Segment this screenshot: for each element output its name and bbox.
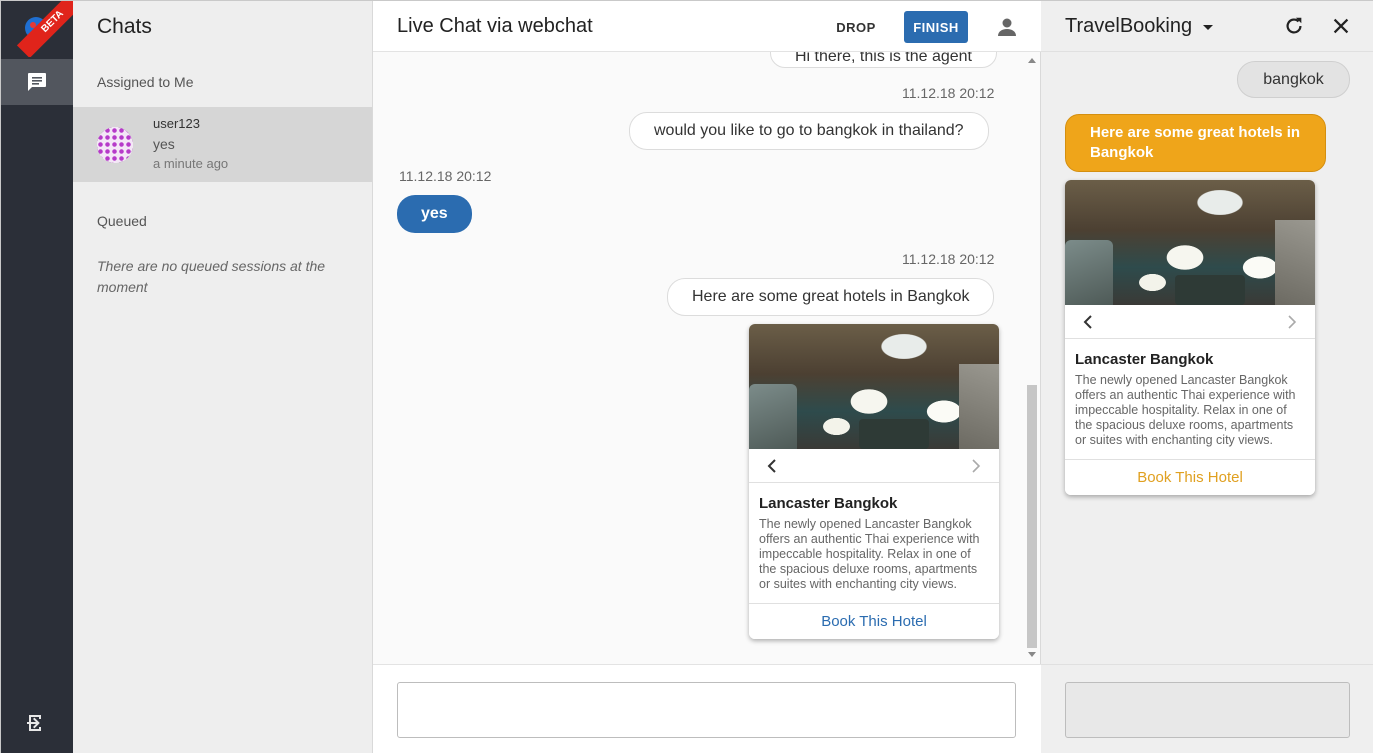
drop-button[interactable]: DROP [825,11,887,43]
message-timestamp: 11.12.18 20:12 [902,251,995,267]
bot-composer [1041,664,1373,753]
queued-empty-note: There are no queued sessions at the mome… [97,258,326,295]
finish-button[interactable]: FINISH [904,11,968,43]
chat-item-name: user123 [153,116,200,131]
book-hotel-button[interactable]: Book This Hotel [749,603,999,639]
caret-down-icon[interactable] [1203,25,1213,30]
logout-button[interactable] [25,711,49,735]
app-window: BETA Chats Assigned to Me user123 yes a … [0,0,1373,753]
bot-header: TravelBooking [1041,1,1373,52]
agent-message: Here are some great hotels in Bangkok [667,278,995,316]
book-hotel-button[interactable]: Book This Hotel [1065,459,1315,495]
hotel-image [749,324,999,449]
chat-title: Live Chat via webchat [397,15,593,37]
chat-header: Live Chat via webchat DROP FINISH [373,1,1041,52]
chat-icon [28,73,46,91]
assigned-heading: Assigned to Me [97,74,194,90]
scroll-down-icon[interactable] [1028,652,1036,657]
hotel-description: The newly opened Lancaster Bangkok offer… [1075,373,1296,447]
hotel-card: Lancaster Bangkok The newly opened Lanca… [1065,180,1315,495]
chat-main-panel: Live Chat via webchat DROP FINISH Hi the… [373,1,1041,753]
chat-item-time: a minute ago [153,156,229,171]
chats-panel: Chats Assigned to Me user123 yes a minut… [73,1,373,753]
message-bubble-cut: Hi there, this is the agent [770,52,997,68]
person-icon [998,18,1016,36]
message-timestamp: 11.12.18 20:12 [902,85,995,101]
bot-message: Here are some great hotels in Bangkok [1065,114,1326,172]
carousel-nav [1065,305,1315,339]
app-logo: BETA [1,1,73,57]
composer [373,664,1041,753]
chat-item-last-message: yes [153,136,175,152]
close-icon[interactable] [1330,15,1352,37]
chats-nav-button[interactable] [1,59,73,105]
hotel-description: The newly opened Lancaster Bangkok offer… [759,517,980,591]
hotel-image [1065,180,1315,305]
chevron-left-icon[interactable] [765,458,781,474]
user-message: bangkok [1237,61,1350,98]
hotel-title: Lancaster Bangkok [759,495,898,512]
chevron-left-icon[interactable] [1081,314,1097,330]
scroll-thumb[interactable] [1027,385,1037,648]
hotel-title: Lancaster Bangkok [1075,351,1214,368]
chevron-right-icon[interactable] [1283,314,1299,330]
user-message: yes [397,195,472,233]
carousel-nav [749,449,999,483]
message-input[interactable] [397,682,1016,738]
queued-heading: Queued [97,213,147,229]
left-rail: BETA [1,1,73,753]
message-timestamp: 11.12.18 20:12 [399,168,492,184]
bot-preview-panel: TravelBooking bangkok Here are some grea… [1041,1,1373,753]
avatar [97,127,133,163]
message-list[interactable]: Hi there, this is the agent 11.12.18 20:… [373,52,1041,664]
refresh-icon[interactable] [1283,15,1305,37]
bot-selector[interactable]: TravelBooking [1065,15,1192,38]
user-profile-button[interactable] [995,15,1019,39]
chats-title: Chats [97,15,152,38]
chat-list-item[interactable]: user123 yes a minute ago [73,107,372,182]
chevron-right-icon[interactable] [967,458,983,474]
agent-message: would you like to go to bangkok in thail… [629,112,989,150]
logout-icon [27,715,41,731]
bot-message-input[interactable] [1065,682,1350,738]
hotel-card: Lancaster Bangkok The newly opened Lanca… [749,324,999,639]
scroll-up-icon[interactable] [1028,58,1036,63]
scrollbar[interactable] [1024,52,1040,664]
